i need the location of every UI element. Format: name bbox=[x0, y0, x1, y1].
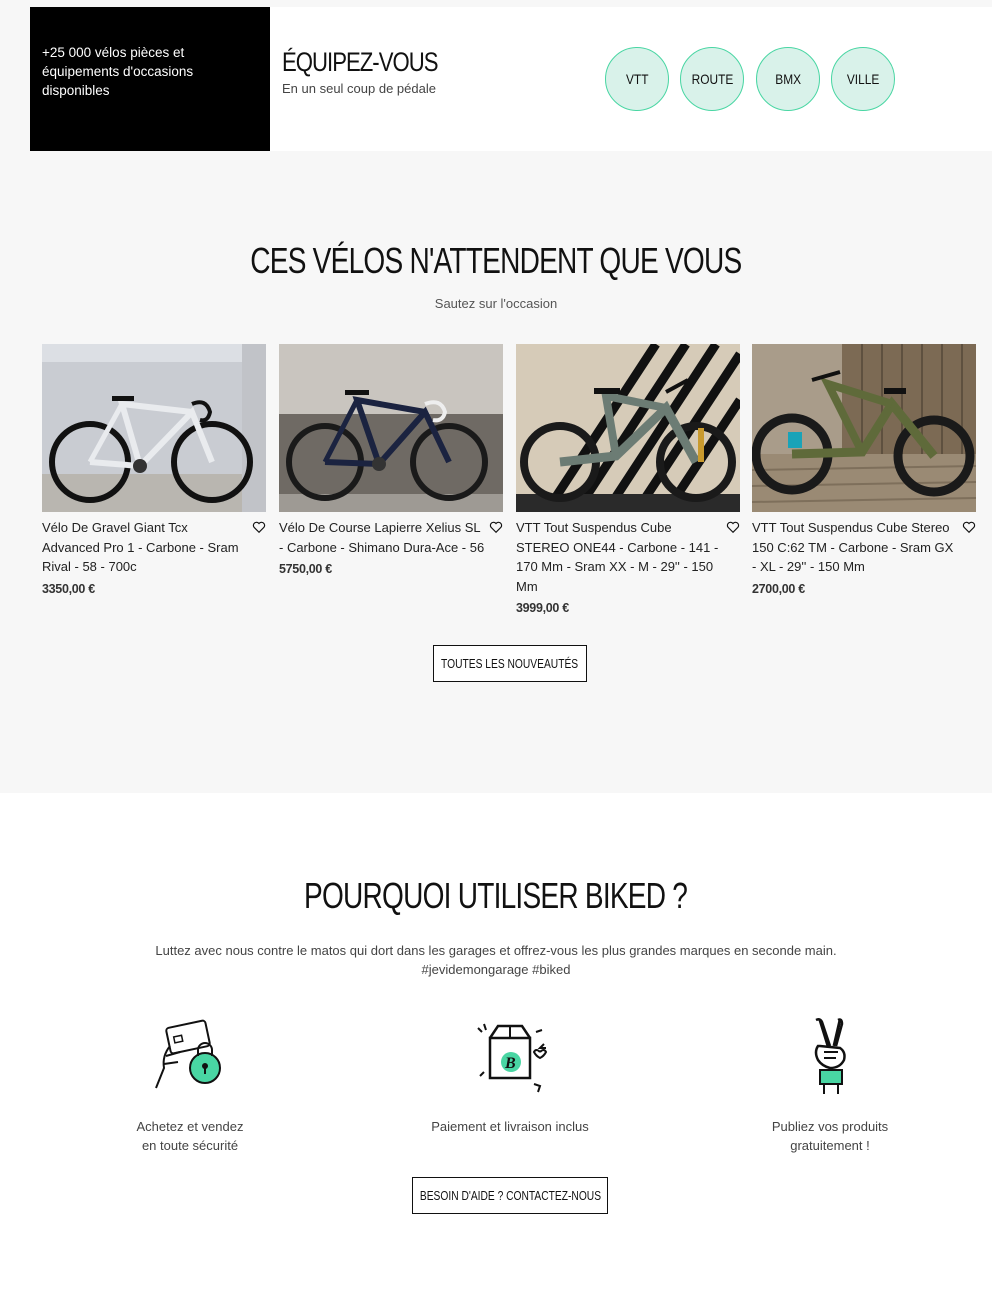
product-card[interactable]: Vélo De Course Lapierre Xelius SL - Carb… bbox=[279, 344, 503, 576]
product-card[interactable]: Vélo De Gravel Giant Tcx Advanced Pro 1 … bbox=[42, 344, 266, 596]
product-card[interactable]: VTT Tout Suspendus Cube STEREO ONE44 - C… bbox=[516, 344, 740, 615]
favorite-heart-icon[interactable] bbox=[489, 520, 503, 534]
product-card[interactable]: VTT Tout Suspendus Cube Stereo 150 C:62 … bbox=[752, 344, 976, 596]
product-photo[interactable] bbox=[279, 344, 503, 512]
svg-text:B: B bbox=[504, 1055, 516, 1072]
contact-help-button[interactable]: BESOIN D'AIDE ? CONTACTEZ-NOUS bbox=[412, 1177, 608, 1214]
why-title: POURQUOI UTILISER BIKED ? bbox=[304, 875, 688, 916]
category-bmx-button[interactable]: BMX bbox=[756, 47, 820, 111]
feature-label: Paiement et livraison inclus bbox=[431, 1119, 589, 1134]
feature-label: Achetez et vendez en toute sécurité bbox=[136, 1119, 244, 1153]
product-price: 2700,00 € bbox=[752, 581, 805, 596]
feature-delivery: B Paiement et livraison inclus bbox=[400, 1016, 620, 1136]
favorite-heart-icon[interactable] bbox=[252, 520, 266, 534]
equip-subtitle: En un seul coup de pédale bbox=[282, 81, 436, 96]
favorite-heart-icon[interactable] bbox=[962, 520, 976, 534]
delivery-box-icon: B bbox=[477, 1023, 548, 1093]
victory-hand-icon bbox=[814, 1018, 846, 1094]
favorite-heart-icon[interactable] bbox=[726, 520, 740, 534]
product-title[interactable]: VTT Tout Suspendus Cube STEREO ONE44 - C… bbox=[516, 518, 740, 596]
product-photo[interactable] bbox=[516, 344, 740, 512]
feature-label: Publiez vos produits gratuitement ! bbox=[771, 1119, 889, 1153]
category-vtt-button[interactable]: VTT bbox=[605, 47, 669, 111]
equip-title: ÉQUIPEZ-VOUS bbox=[282, 47, 438, 77]
secure-payment-icon bbox=[155, 1019, 221, 1089]
product-title[interactable]: VTT Tout Suspendus Cube Stereo 150 C:62 … bbox=[752, 518, 976, 577]
all-new-arrivals-button[interactable]: TOUTES LES NOUVEAUTÉS bbox=[433, 645, 587, 682]
product-photo[interactable] bbox=[752, 344, 976, 512]
product-price: 3350,00 € bbox=[42, 581, 95, 596]
product-price: 3999,00 € bbox=[516, 601, 569, 615]
category-ville-button[interactable]: VILLE bbox=[831, 47, 895, 111]
category-route-button[interactable]: ROUTE bbox=[680, 47, 744, 111]
product-price: 5750,00 € bbox=[279, 562, 332, 576]
stock-info-box: +25 000 vélos pièces et équipements d'oc… bbox=[30, 7, 270, 151]
new-arrivals-title: CES VÉLOS N'ATTENDENT QUE VOUS bbox=[250, 240, 742, 281]
feature-secure: Achetez et vendez en toute sécurité bbox=[80, 1016, 300, 1155]
stock-text: +25 000 vélos pièces et équipements d'oc… bbox=[42, 45, 194, 98]
product-title[interactable]: Vélo De Gravel Giant Tcx Advanced Pro 1 … bbox=[42, 518, 266, 577]
product-photo[interactable] bbox=[42, 344, 266, 512]
new-arrivals-subtitle: Sautez sur l'occasion bbox=[434, 296, 558, 311]
why-description: Luttez avec nous contre le matos qui dor… bbox=[155, 943, 837, 977]
feature-free-listing: Publiez vos produits gratuitement ! bbox=[720, 1016, 940, 1155]
product-title[interactable]: Vélo De Course Lapierre Xelius SL - Carb… bbox=[279, 518, 503, 557]
equip-banner: +25 000 vélos pièces et équipements d'oc… bbox=[30, 7, 992, 151]
